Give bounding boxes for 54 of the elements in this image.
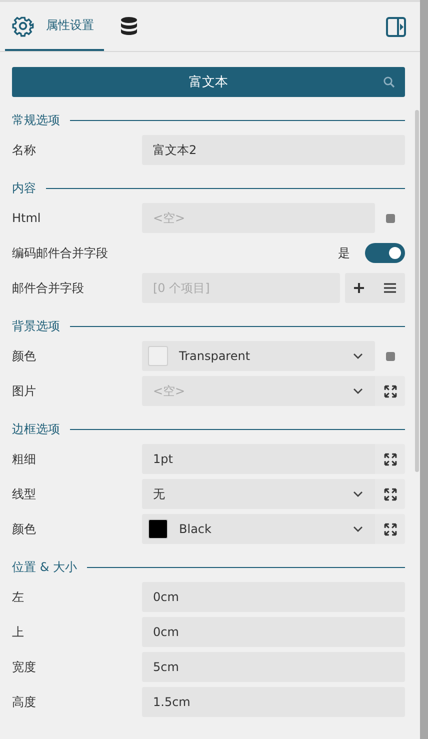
- window-scrollbar[interactable]: [420, 0, 428, 739]
- field-label: 颜色: [12, 520, 37, 538]
- field-label: 名称: [12, 142, 37, 158]
- expand-button[interactable]: [375, 376, 405, 406]
- input-field[interactable]: 0cm: [142, 617, 405, 647]
- field-label: 左: [12, 588, 25, 606]
- field-label: 编码邮件合并字段: [12, 244, 109, 262]
- search-icon[interactable]: [383, 76, 395, 88]
- menu-icon[interactable]: [383, 282, 397, 294]
- collapse-panel-icon[interactable]: [386, 16, 406, 36]
- expand-button[interactable]: [375, 444, 405, 474]
- dropdown-field[interactable]: Black: [142, 514, 375, 544]
- expand-button[interactable]: [375, 479, 405, 509]
- section-title: 内容: [12, 180, 36, 196]
- section-title: 位置 & 大小: [12, 558, 77, 576]
- expand-icon: [384, 522, 396, 536]
- square-icon[interactable]: [386, 214, 394, 222]
- expand-icon: [384, 384, 396, 398]
- input-field[interactable]: 富文本2: [142, 135, 405, 165]
- expand-icon: [384, 488, 396, 500]
- input-field[interactable]: 5cm: [142, 652, 405, 682]
- input-field[interactable]: 1pt: [142, 444, 375, 474]
- field-label: Html: [12, 211, 42, 225]
- chevron-down-icon: [353, 353, 363, 359]
- scrollbar[interactable]: [415, 110, 419, 472]
- field-label: 图片: [12, 382, 37, 400]
- toggle-label: 是: [338, 244, 350, 262]
- database-icon: [119, 16, 139, 36]
- section-title: 边框选项: [12, 420, 60, 438]
- square-icon[interactable]: [386, 352, 394, 360]
- expand-button[interactable]: [375, 514, 405, 544]
- section-title: 常规选项: [12, 112, 60, 128]
- tab[interactable]: 属性设置: [5, 2, 104, 51]
- section-title: 背景选项: [12, 318, 60, 334]
- input-field[interactable]: 1.5cm: [142, 687, 405, 717]
- field-label: 上: [12, 624, 25, 640]
- chevron-down-icon: [353, 526, 363, 532]
- field-label: 线型: [12, 486, 37, 502]
- chevron-down-icon: [353, 388, 363, 394]
- add-icon[interactable]: [353, 282, 365, 294]
- component-title: 富文本: [189, 74, 228, 91]
- dropdown-field[interactable]: Transparent: [142, 341, 375, 371]
- input-field[interactable]: 0cm: [142, 582, 405, 612]
- chevron-down-icon: [353, 491, 363, 497]
- toggle-switch[interactable]: [365, 243, 405, 263]
- field-label: 邮件合并字段: [12, 280, 85, 296]
- dropdown-field[interactable]: 无: [142, 479, 375, 509]
- field-label: 宽度: [12, 658, 37, 676]
- expand-icon: [384, 452, 396, 466]
- field-label: 颜色: [12, 348, 37, 364]
- component-title-bar[interactable]: 富文本: [12, 67, 405, 97]
- field-label: 粗细: [12, 450, 37, 468]
- settings-icon: [12, 14, 34, 36]
- field-label: 高度: [12, 694, 37, 710]
